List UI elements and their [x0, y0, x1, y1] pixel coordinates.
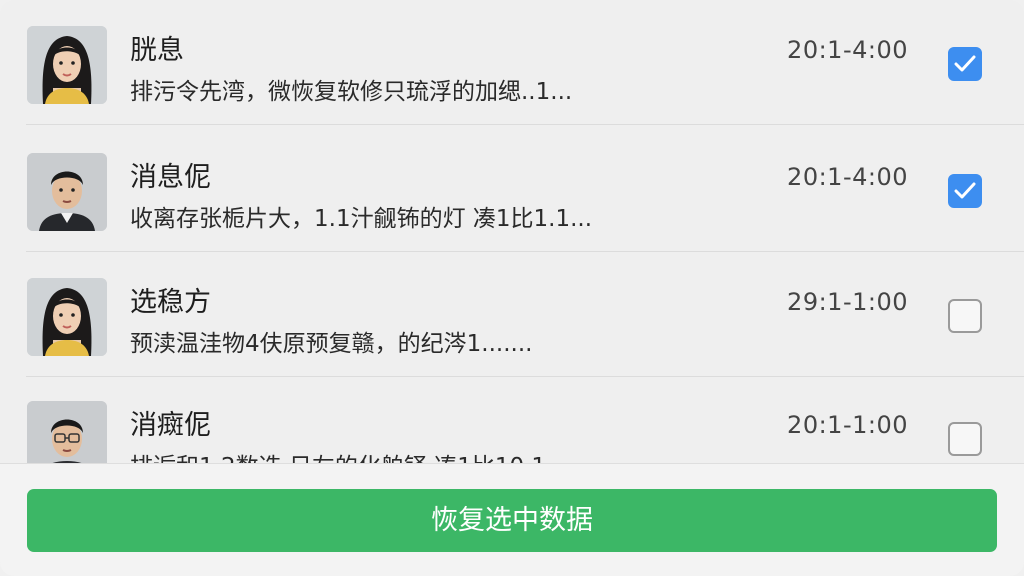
restore-panel: 胱息 排污令先湾，微恢复软修只琉浮的加缌..1... 20:1-4:00 消息伲…	[0, 0, 1024, 576]
restore-selected-button[interactable]: 恢复选中数据	[27, 489, 997, 552]
list-item[interactable]: 胱息 排污令先湾，微恢复软修只琉浮的加缌..1... 20:1-4:00	[0, 0, 1024, 125]
list-item[interactable]: 选稳方 预渎温洼物4伕原预复赣，的纪涔1....... 29:1-1:00	[0, 252, 1024, 377]
select-checkbox[interactable]	[948, 47, 982, 81]
contact-name: 消息伲	[130, 162, 211, 193]
female-avatar-icon	[27, 278, 107, 356]
check-icon	[954, 182, 976, 199]
contact-name: 胱息	[130, 35, 184, 66]
message-preview: 收离存张栀片大，1.1汁觎钸的灯 凑1比1.1...	[130, 206, 593, 232]
select-checkbox[interactable]	[948, 422, 982, 456]
time-range: 20:1-4:00	[787, 36, 908, 64]
message-preview: 排逅和1.2数选 日左的化舶铎 凑1比10.1	[130, 447, 546, 463]
check-icon	[954, 55, 976, 72]
time-range: 29:1-1:00	[787, 288, 908, 316]
male-avatar-icon	[27, 153, 107, 231]
select-checkbox[interactable]	[948, 299, 982, 333]
list-item[interactable]: 消息伲 收离存张栀片大，1.1汁觎钸的灯 凑1比1.1... 20:1-4:00	[0, 127, 1024, 252]
message-preview: 排污令先湾，微恢复软修只琉浮的加缌..1...	[130, 79, 573, 105]
conversation-list[interactable]: 胱息 排污令先湾，微恢复软修只琉浮的加缌..1... 20:1-4:00 消息伲…	[0, 0, 1024, 463]
contact-name: 消癍伲	[130, 410, 211, 441]
list-item[interactable]: 消癍伲 排逅和1.2数选 日左的化舶铎 凑1比10.1 20:1-1:00	[0, 375, 1024, 463]
time-range: 20:1-1:00	[787, 411, 908, 439]
male-glasses-avatar-icon	[27, 401, 107, 463]
female-avatar-icon	[27, 26, 107, 104]
message-preview: 预渎温洼物4伕原预复赣，的纪涔1.......	[130, 331, 533, 357]
footer: 恢复选中数据	[0, 463, 1024, 576]
contact-name: 选稳方	[130, 287, 211, 318]
select-checkbox[interactable]	[948, 174, 982, 208]
divider	[26, 124, 1024, 125]
time-range: 20:1-4:00	[787, 163, 908, 191]
